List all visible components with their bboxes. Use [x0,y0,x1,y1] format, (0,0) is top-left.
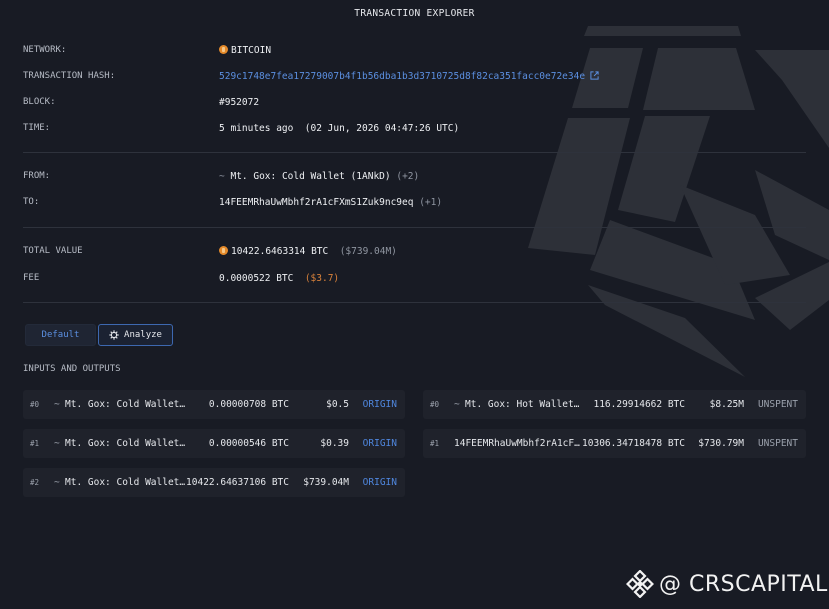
to-value-wrap: 14FEEMRhaUwMbhf2rA1cFXmS1Zuk9nc9eq (+1) [219,197,442,208]
output-unspent-tag: UNSPENT [757,399,798,410]
tab-analyze-label: Analyze [124,330,162,340]
output-row[interactable]: #0 ~ Mt. Gox: Hot Wallet… 116.29914662 B… [423,390,806,419]
block-value: #952072 [219,97,260,108]
input-origin-tag[interactable]: ORIGIN [363,438,397,449]
time-label: TIME: [23,123,51,133]
watermark: @ CRSCAPITAL [626,569,828,599]
input-amount: 0.00000708 BTC [208,399,289,410]
hash-label: TRANSACTION HASH: [23,71,116,81]
output-unspent-tag: UNSPENT [757,438,798,449]
gear-icon [109,330,119,340]
transaction-hash-link[interactable]: 529c1748e7fea17279007b4f1b56dba1b3d37107… [219,71,585,82]
output-usd: $8.25M [709,399,744,410]
to-row: TO: 14FEEMRhaUwMbhf2rA1cFXmS1Zuk9nc9eq (… [23,197,813,211]
fee-row: FEE 0.0000522 BTC ($3.7) [23,273,813,287]
tab-default[interactable]: Default [25,324,96,346]
input-row[interactable]: #1 ~ Mt. Gox: Cold Wallet… 0.00000546 BT… [23,429,405,458]
output-name[interactable]: Mt. Gox: Hot Wallet… [465,399,579,410]
input-index: #2 [30,478,40,487]
network-label: NETWORK: [23,45,67,55]
time-value: 5 minutes ago (02 Jun, 2026 04:47:26 UTC… [219,123,460,134]
time-row: TIME: 5 minutes ago (02 Jun, 2026 04:47:… [23,123,813,137]
total-value-row: TOTAL VALUE 10422.6463314 BTC ($739.04M) [23,246,813,260]
divider [23,152,806,153]
input-name[interactable]: Mt. Gox: Cold Wallet… [65,477,185,488]
hash-row: TRANSACTION HASH: 529c1748e7fea17279007b… [23,71,813,85]
output-usd: $730.79M [698,438,744,449]
total-value-wrap: 10422.6463314 BTC ($739.04M) [219,246,397,257]
output-name[interactable]: 14FEEMRhaUwMbhf2rA1cF… [454,438,580,449]
tab-analyze[interactable]: Analyze [98,324,173,346]
from-extra-count: (+2) [396,171,420,182]
from-address[interactable]: Mt. Gox: Cold Wallet (1ANkD) [230,171,390,182]
input-usd: $0.39 [320,438,349,449]
watermark-text: @ CRSCAPITAL [659,571,828,597]
input-name[interactable]: Mt. Gox: Cold Wallet… [65,399,185,410]
input-index: #1 [30,439,40,448]
tilde-icon: ~ [454,399,460,410]
total-usd: ($739.04M) [339,246,397,257]
total-value: 10422.6463314 BTC [231,246,329,257]
tilde-icon: ~ [219,171,225,182]
fee-label: FEE [23,273,40,283]
to-label: TO: [23,197,40,207]
network-value: BITCOIN [231,45,272,56]
binance-logo-icon [626,570,654,598]
external-link-icon[interactable] [590,71,599,80]
from-label: FROM: [23,171,51,181]
divider [23,227,806,228]
input-row[interactable]: #0 ~ Mt. Gox: Cold Wallet… 0.00000708 BT… [23,390,405,419]
bitcoin-coin-icon [219,45,228,54]
from-value-wrap: ~ Mt. Gox: Cold Wallet (1ANkD) (+2) [219,171,419,182]
input-amount: 0.00000546 BTC [208,438,289,449]
input-row[interactable]: #2 ~ Mt. Gox: Cold Wallet… 10422.6463710… [23,468,405,497]
fee-value-wrap: 0.0000522 BTC ($3.7) [219,273,339,284]
input-name[interactable]: Mt. Gox: Cold Wallet… [65,438,185,449]
output-amount: 10306.34718478 BTC [582,438,685,449]
total-value-label: TOTAL VALUE [23,246,83,256]
block-row: BLOCK: #952072 [23,97,813,111]
output-row[interactable]: #1 14FEEMRhaUwMbhf2rA1cF… 10306.34718478… [423,429,806,458]
tilde-icon: ~ [54,399,60,410]
fee-usd: ($3.7) [304,273,340,284]
to-address[interactable]: 14FEEMRhaUwMbhf2rA1cFXmS1Zuk9nc9eq [219,197,413,208]
to-extra-count: (+1) [419,197,443,208]
bitcoin-coin-icon [219,246,228,255]
inputs-outputs-heading: INPUTS AND OUTPUTS [23,364,121,374]
input-index: #0 [30,400,40,409]
fee-value: 0.0000522 BTC [219,273,294,284]
page-title: TRANSACTION EXPLORER [354,8,475,19]
hash-value-wrap: 529c1748e7fea17279007b4f1b56dba1b3d37107… [219,71,599,82]
output-index: #0 [430,400,440,409]
input-origin-tag[interactable]: ORIGIN [363,399,397,410]
block-label: BLOCK: [23,97,56,107]
divider [23,302,806,303]
input-usd: $0.5 [326,399,349,410]
network-value-wrap: BITCOIN [219,45,271,56]
from-row: FROM: ~ Mt. Gox: Cold Wallet (1ANkD) (+2… [23,171,813,185]
output-index: #1 [430,439,440,448]
network-row: NETWORK: BITCOIN [23,45,813,59]
input-amount: 10422.64637106 BTC [186,477,289,488]
output-amount: 116.29914662 BTC [593,399,685,410]
input-origin-tag[interactable]: ORIGIN [363,477,397,488]
input-usd: $739.04M [303,477,349,488]
tilde-icon: ~ [54,477,60,488]
tilde-icon: ~ [54,438,60,449]
